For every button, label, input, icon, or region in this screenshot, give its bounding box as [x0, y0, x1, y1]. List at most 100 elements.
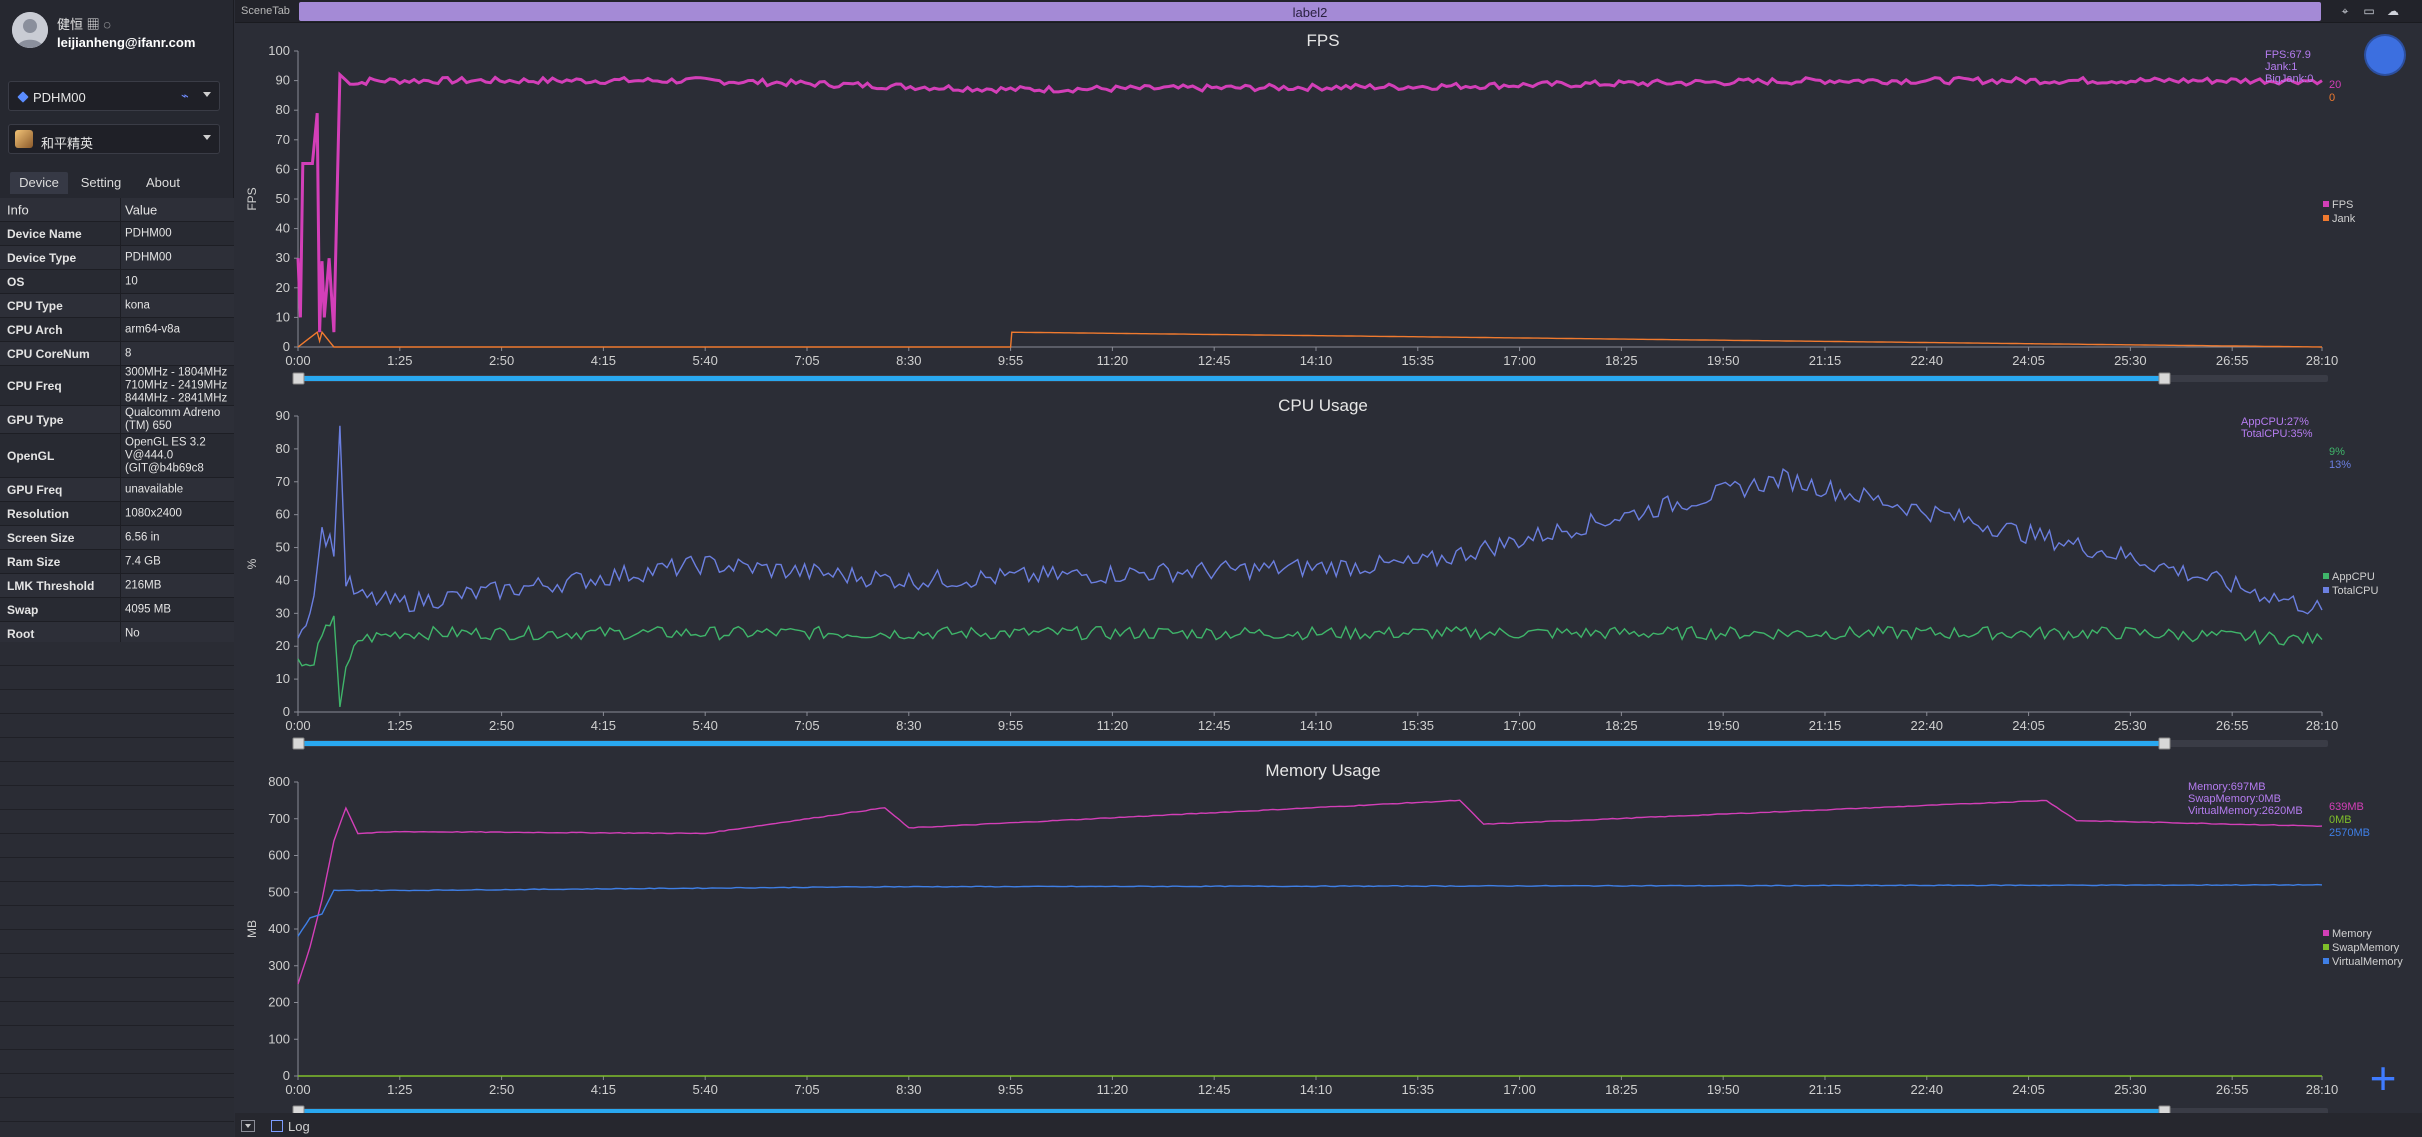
scene-label-bar[interactable]: label2	[299, 2, 2321, 21]
cloud-icon[interactable]: ☁	[2386, 4, 2400, 18]
range-handle-start[interactable]	[292, 372, 305, 385]
x-tick-label: 1:25	[387, 353, 412, 368]
info-value: Qualcomm Adreno (TM) 650	[125, 406, 221, 432]
right-value: 0	[2329, 92, 2335, 104]
x-tick-label: 24:05	[2012, 718, 2045, 733]
range-handle-end[interactable]	[2158, 372, 2171, 385]
scene-topbar: SceneTab label2 ⌖ ▭ ☁	[235, 0, 2422, 23]
pin-icon[interactable]: ⌖	[2338, 4, 2352, 18]
info-key: Ram Size	[7, 554, 61, 569]
scene-tab[interactable]: SceneTab	[241, 5, 290, 17]
bottom-bar: Log	[235, 1113, 2422, 1137]
info-value: PDHM00	[125, 251, 172, 263]
tab-about[interactable]: About	[134, 172, 192, 194]
tab-setting[interactable]: Setting	[72, 172, 130, 194]
app-window: 健恒 ▦ ◌ leijianheng@ifanr.com PDHM00 ⌁ 和平…	[0, 0, 2422, 1137]
x-tick-label: 26:55	[2216, 718, 2249, 733]
x-tick-label: 14:10	[1300, 718, 1333, 733]
x-tick-label: 0:00	[285, 1082, 310, 1097]
y-tick-label: 10	[276, 671, 290, 686]
info-key: Swap	[7, 602, 39, 617]
table-row: Ram Size 7.4 GB	[0, 550, 234, 574]
y-tick-label: 400	[268, 921, 290, 936]
y-tick-label: 50	[276, 191, 290, 206]
range-handle-end[interactable]	[2158, 737, 2171, 750]
folder-icon[interactable]: ▭	[2362, 4, 2376, 18]
y-tick-label: 20	[276, 280, 290, 295]
x-tick-label: 8:30	[896, 1082, 921, 1097]
column-divider	[120, 502, 121, 525]
range-handle-end[interactable]	[2158, 1105, 2171, 1113]
column-divider	[120, 526, 121, 549]
column-divider	[120, 574, 121, 597]
legend-swatch	[2323, 587, 2329, 593]
device-select[interactable]: PDHM00 ⌁	[8, 81, 220, 111]
y-axis-label: MB	[245, 920, 259, 938]
x-tick-label: 26:55	[2216, 353, 2249, 368]
progress-indicator[interactable]	[2366, 36, 2404, 74]
column-divider	[120, 294, 121, 317]
x-tick-label: 25:30	[2114, 718, 2147, 733]
x-tick-label: 21:15	[1809, 718, 1842, 733]
collapse-button[interactable]	[241, 1120, 255, 1132]
charts-canvas: FPS01020304050607080901000:00 1:25 2:50 4:1…	[245, 31, 2403, 1113]
table-row: OS 10	[0, 270, 234, 294]
legend-label: VirtualMemory	[2332, 956, 2403, 968]
table-row: CPU Type kona	[0, 294, 234, 318]
x-tick-label: 2:50	[489, 718, 514, 733]
range-handle-start[interactable]	[292, 737, 305, 750]
y-tick-label: 700	[268, 811, 290, 826]
x-tick-label: 21:15	[1809, 1082, 1842, 1097]
legend-label: Memory	[2332, 928, 2372, 940]
stat-value: FPS:67.9	[2265, 49, 2311, 61]
info-value: 6.56 in	[125, 531, 160, 543]
main-panel: SceneTab label2 ⌖ ▭ ☁ FPS 0 10 20 30 40 50 60 70…	[235, 0, 2422, 1137]
log-checkbox[interactable]	[271, 1120, 283, 1132]
info-value: 8	[125, 347, 132, 359]
x-tick-label: 1:25	[387, 1082, 412, 1097]
stat-value: Memory:697MB	[2188, 781, 2266, 793]
chevron-down-icon	[203, 92, 211, 97]
range-slider-fill	[295, 376, 2163, 381]
device-info-table: Info Value Device Name PDHM00 Device Type PDH…	[0, 198, 234, 646]
app-select[interactable]: 和平精英	[8, 124, 220, 154]
y-tick-label: 50	[276, 540, 290, 555]
y-tick-label: 30	[276, 605, 290, 620]
x-tick-label: 26:55	[2216, 1082, 2249, 1097]
info-value: 216MB	[125, 579, 162, 591]
info-value: kona	[125, 299, 150, 311]
y-tick-label: 800	[268, 774, 290, 789]
log-label: Log	[288, 1119, 310, 1134]
x-tick-label: 25:30	[2114, 1082, 2147, 1097]
stat-value: BigJank:0	[2265, 73, 2313, 85]
x-tick-label: 8:30	[896, 718, 921, 733]
y-tick-label: 70	[276, 132, 290, 147]
chart-title: CPU Usage	[1278, 396, 1368, 415]
column-divider	[120, 434, 121, 477]
column-divider	[120, 246, 121, 269]
user-email: leijianheng@ifanr.com	[57, 35, 196, 50]
usb-icon[interactable]: ⌁	[181, 89, 195, 103]
x-tick-label: 22:40	[1911, 718, 1944, 733]
y-tick-label: 80	[276, 441, 290, 456]
add-icon[interactable]: +	[2364, 1055, 2402, 1101]
x-tick-label: 12:45	[1198, 718, 1231, 733]
y-tick-label: 200	[268, 995, 290, 1010]
x-tick-label: 17:00	[1503, 353, 1536, 368]
x-tick-label: 0:00	[285, 353, 310, 368]
range-handle-start[interactable]	[292, 1105, 305, 1113]
game-app-icon	[15, 130, 33, 148]
legend-swatch	[2323, 573, 2329, 579]
avatar[interactable]	[12, 12, 48, 48]
x-tick-label: 7:05	[794, 1082, 819, 1097]
info-value: 10	[125, 275, 138, 287]
profile-header: 健恒 ▦ ◌ leijianheng@ifanr.com	[0, 0, 234, 62]
info-value: 1080x2400	[125, 507, 182, 519]
info-value: Value	[125, 202, 158, 217]
table-row: Resolution 1080x2400	[0, 502, 234, 526]
y-tick-label: 90	[276, 73, 290, 88]
legend-label: FPS	[2332, 199, 2353, 211]
tab-device[interactable]: Device	[10, 172, 68, 194]
table-header: Info Value	[0, 198, 234, 222]
series-line-fps	[296, 71, 2323, 333]
